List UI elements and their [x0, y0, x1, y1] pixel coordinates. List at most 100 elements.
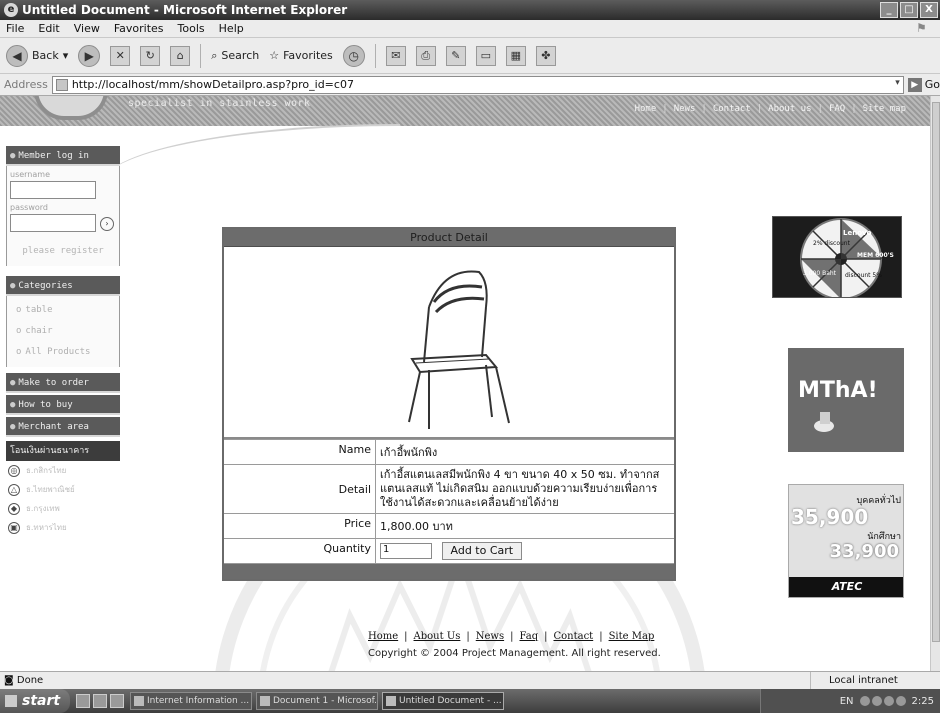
windows-logo-icon — [5, 695, 17, 707]
how-to-buy-link[interactable]: ● How to buy — [6, 395, 120, 415]
category-chair[interactable]: o chair — [10, 321, 116, 342]
minimize-button[interactable]: _ — [880, 2, 898, 18]
categories-heading: ● Categories — [6, 276, 120, 296]
bank-item: ▣ ธ.ทหารไทย — [6, 518, 120, 537]
forward-button[interactable]: ▶ — [78, 44, 101, 67]
product-footer-bar — [224, 563, 674, 579]
categories-box: o table o chair o All Products — [6, 296, 120, 367]
login-box: username password › please register — [6, 166, 120, 266]
quick-launch-ie-icon[interactable] — [76, 694, 90, 708]
back-dropdown-icon[interactable]: ▾ — [63, 49, 69, 62]
search-button[interactable]: ⌕ Search — [211, 49, 259, 63]
home-button[interactable]: ⌂ — [170, 45, 191, 66]
quantity-input[interactable]: 1 — [380, 543, 432, 559]
clock[interactable]: 2:25 — [912, 696, 934, 707]
footer-home-link[interactable]: Home — [368, 631, 398, 642]
address-url[interactable]: http://localhost/mm/showDetailpro.asp?pr… — [72, 78, 354, 91]
favorites-label: Favorites — [283, 49, 333, 62]
category-table[interactable]: o table — [10, 300, 116, 321]
status-text: Done — [16, 675, 44, 686]
ie-window: e Untitled Document - Microsoft Internet… — [0, 0, 940, 713]
history-button[interactable]: ◷ — [342, 44, 365, 67]
quick-launch-desktop-icon[interactable] — [93, 694, 107, 708]
task-ie[interactable]: Untitled Document - ... — [382, 692, 504, 710]
category-all-products[interactable]: o All Products — [10, 342, 116, 363]
language-indicator[interactable]: EN — [840, 696, 854, 707]
menu-view[interactable]: View — [74, 22, 100, 35]
mthai-decor — [814, 412, 834, 432]
star-icon: ☆ — [269, 49, 280, 62]
username-field[interactable] — [10, 181, 96, 199]
price-row: Price 1,800.00 บาท — [224, 513, 674, 538]
taskbar: start Internet Information ... Document … — [0, 689, 940, 713]
print-button[interactable]: ⎙ — [415, 45, 436, 66]
tray-network-icon[interactable] — [859, 696, 870, 706]
nav-news[interactable]: News — [674, 104, 696, 114]
address-input[interactable]: http://localhost/mm/showDetailpro.asp?pr… — [51, 75, 904, 94]
address-label: Address — [4, 78, 48, 91]
research-button[interactable]: ▦ — [505, 45, 526, 66]
go-button[interactable]: ▶ Go — [907, 77, 940, 92]
word-icon — [260, 696, 270, 706]
tray-volume-icon[interactable] — [871, 696, 882, 706]
login-go-button[interactable]: › — [100, 217, 114, 231]
go-label: Go — [924, 78, 940, 91]
bank-item: △ ธ.ไทยพาณิชย์ — [6, 480, 120, 499]
nav-contact[interactable]: Contact — [713, 104, 751, 114]
nav-home[interactable]: Home — [635, 104, 657, 114]
ie-logo-icon: e — [4, 3, 18, 17]
register-link[interactable]: please register — [10, 236, 116, 262]
search-label: Search — [221, 49, 260, 62]
address-dropdown-icon[interactable]: ▾ — [895, 78, 900, 88]
nav-faq[interactable]: FAQ — [829, 104, 845, 114]
tray-antivirus-icon[interactable] — [883, 696, 894, 706]
footer-about-link[interactable]: About Us — [414, 631, 461, 642]
iis-icon — [134, 696, 144, 706]
maximize-button[interactable]: □ — [900, 2, 918, 18]
start-button[interactable]: start — [0, 689, 70, 713]
lenovo-wheel-banner[interactable]: 2% discount Lenovo 3,000 Baht MEM 600'S … — [772, 216, 902, 298]
site-header: specialist in stainless work Home | News |… — [0, 96, 930, 126]
ie-task-icon — [386, 696, 396, 706]
close-button[interactable]: X — [920, 2, 938, 18]
discuss-button[interactable]: ▭ — [475, 45, 496, 66]
favorites-button[interactable]: ☆ Favorites — [269, 49, 333, 62]
make-to-order-link[interactable]: ● Make to order — [6, 373, 120, 393]
add-to-cart-button[interactable]: Add to Cart — [441, 542, 523, 560]
mail-button[interactable]: ✉ — [385, 45, 406, 66]
atec-banner[interactable]: บุคคลทั่วไป 35,900 นักศึกษา 33,900 ATEC — [788, 484, 904, 598]
vertical-scrollbar[interactable] — [930, 96, 940, 671]
edit-button[interactable]: ✎ — [445, 45, 466, 66]
nav-about-us[interactable]: About us — [768, 104, 811, 114]
menu-favorites[interactable]: Favorites — [114, 22, 164, 35]
tray-messenger-icon[interactable] — [895, 696, 906, 706]
footer-contact-link[interactable]: Contact — [553, 631, 593, 642]
chair-image — [408, 270, 510, 429]
kasikorn-bank-icon: ◎ — [8, 464, 20, 477]
quick-launch-media-icon[interactable] — [110, 694, 124, 708]
menu-tools[interactable]: Tools — [178, 22, 205, 35]
name-value: เก้าอี้พนักพิง — [380, 446, 438, 459]
payment-heading: โอนเงินผ่านธนาคาร — [6, 441, 120, 461]
menu-file[interactable]: File — [6, 22, 24, 35]
footer-sitemap-link[interactable]: Site Map — [609, 631, 655, 642]
footer-faq-link[interactable]: Faq — [519, 631, 538, 642]
detail-value: เก้าอี้สแตนเลสมีพนักพิง 4 ขา ขนาด 40 x 5… — [380, 468, 660, 509]
menu-edit[interactable]: Edit — [38, 22, 59, 35]
stop-button[interactable]: ✕ — [110, 45, 131, 66]
task-iis[interactable]: Internet Information ... — [130, 692, 252, 710]
password-field[interactable] — [10, 214, 96, 232]
merchant-area-link[interactable]: ● Merchant area — [6, 417, 120, 437]
atec-brand: ATEC — [789, 577, 903, 597]
mthai-banner[interactable]: MThA! — [788, 348, 904, 452]
footer-news-link[interactable]: News — [476, 631, 504, 642]
messenger-button[interactable]: ✤ — [535, 45, 556, 66]
task-word[interactable]: Document 1 - Microsof... — [256, 692, 378, 710]
bank-item: ◆ ธ.กรุงเทพ — [6, 499, 120, 518]
back-button[interactable]: ◀ Back ▾ — [6, 44, 69, 67]
scrollbar-thumb[interactable] — [932, 102, 940, 642]
menu-help[interactable]: Help — [219, 22, 244, 35]
refresh-button[interactable]: ↻ — [140, 45, 161, 66]
title-bar: e Untitled Document - Microsoft Internet… — [0, 0, 940, 20]
nav-site-map[interactable]: Site map — [863, 104, 906, 114]
